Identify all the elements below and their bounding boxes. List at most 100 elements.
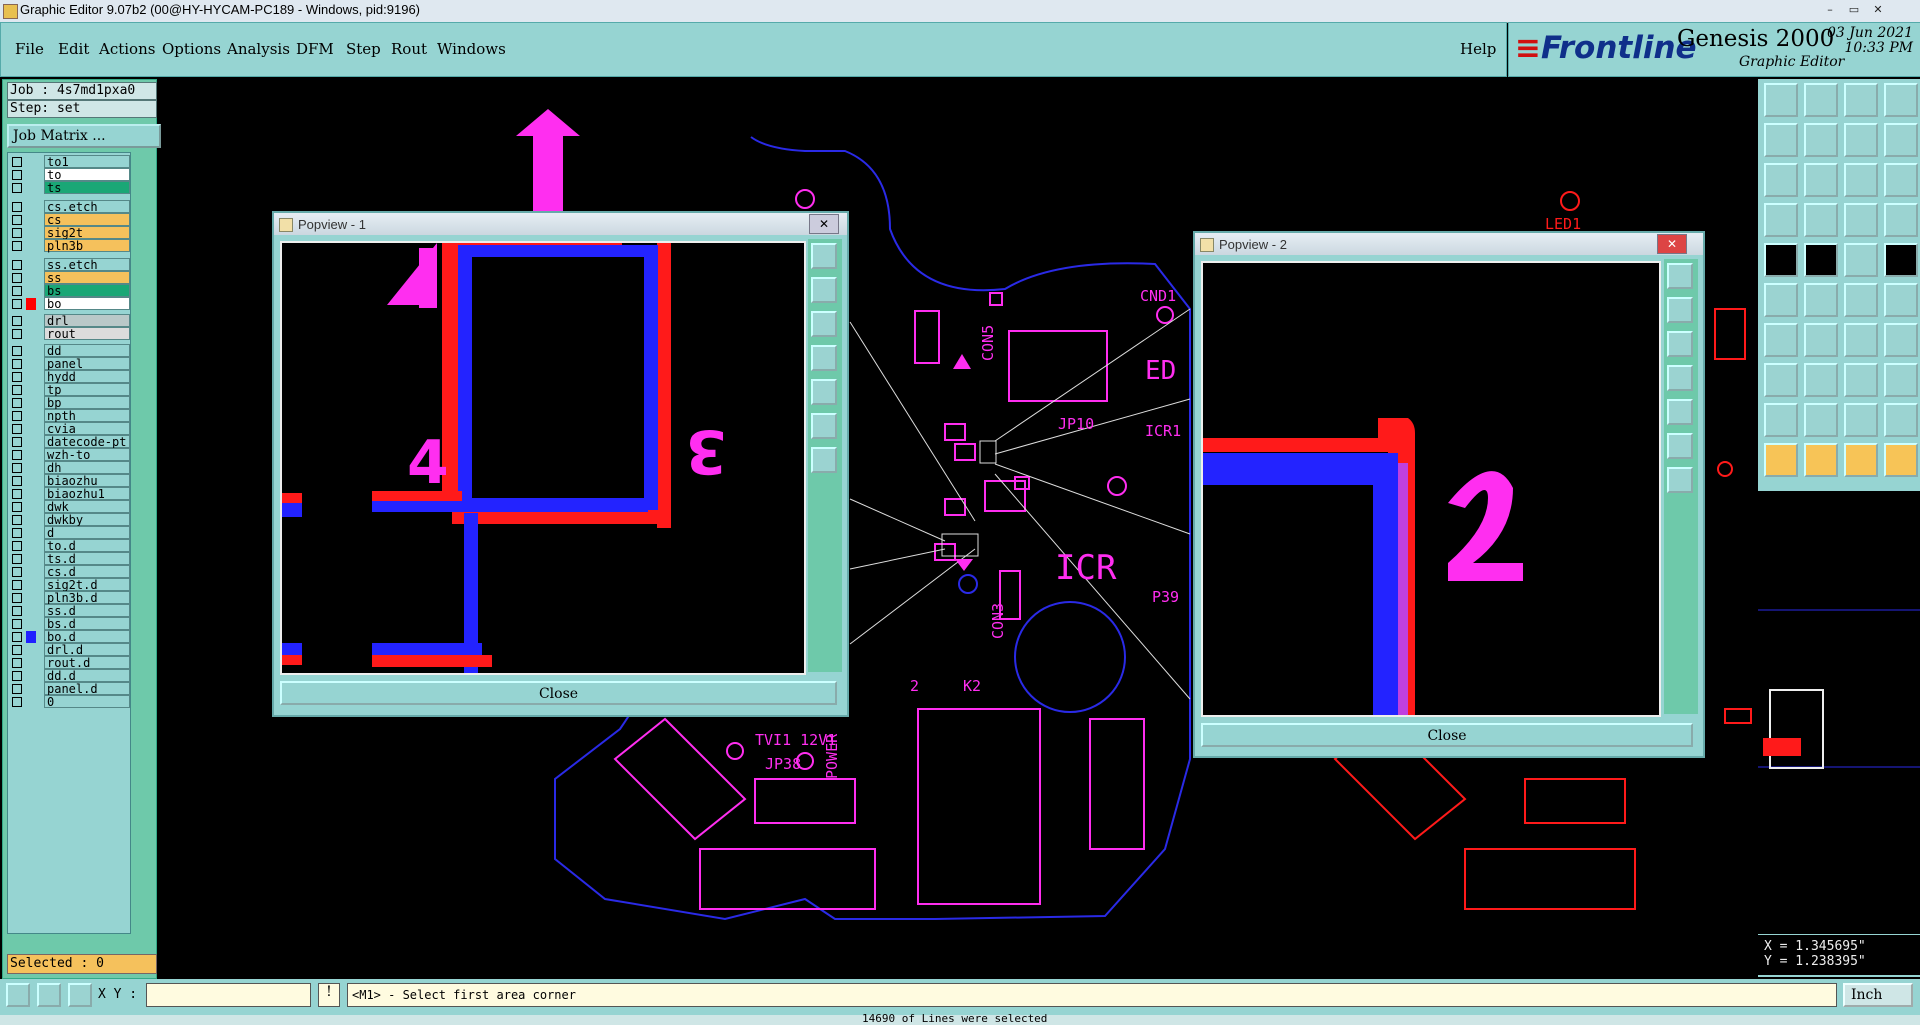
layer-color-swatch[interactable] (26, 240, 36, 252)
draw-line-icon[interactable] (1804, 243, 1838, 277)
layer-name[interactable]: rout (44, 327, 130, 341)
layer-name[interactable]: sig2t (44, 226, 130, 240)
layer-color-swatch[interactable] (26, 696, 36, 708)
minimize-button[interactable]: – (1822, 3, 1838, 17)
layer-checkbox[interactable] (12, 606, 22, 616)
layer-color-swatch[interactable] (26, 201, 36, 213)
layer-row[interactable]: dh (8, 461, 130, 475)
layer-checkbox[interactable] (12, 329, 22, 339)
layer-name[interactable]: npth (44, 409, 130, 423)
layer-row[interactable]: panel (8, 357, 130, 371)
layer-row[interactable]: rout.d (8, 656, 130, 670)
popview-2-close-x-icon[interactable]: ✕ (1657, 234, 1687, 254)
popview-1-close-button[interactable]: Close (280, 681, 837, 705)
open-icon[interactable] (1764, 83, 1798, 117)
zoom-fit-icon[interactable] (1667, 263, 1693, 289)
layer-row[interactable]: cvia (8, 422, 130, 436)
layers-alt-icon[interactable] (1884, 203, 1918, 237)
layer-color-swatch[interactable] (26, 501, 36, 513)
layer-checkbox[interactable] (12, 157, 22, 167)
layer-color-swatch[interactable] (26, 579, 36, 591)
layer-row[interactable]: to (8, 168, 130, 182)
pan-up-icon[interactable] (811, 277, 837, 303)
layer-row[interactable]: ts (8, 181, 130, 195)
layer-color-swatch[interactable] (26, 182, 36, 194)
rotate-icon[interactable] (1844, 123, 1878, 157)
layer-color-swatch[interactable] (26, 423, 36, 435)
layer-row[interactable]: dwkby (8, 513, 130, 527)
menu-step[interactable]: Step (346, 40, 381, 58)
layer-name[interactable]: to (44, 168, 130, 182)
pan-down-icon[interactable] (811, 311, 837, 337)
menu-edit[interactable]: Edit (58, 40, 89, 58)
layer-row[interactable]: drl.d (8, 643, 130, 657)
layer-row[interactable]: dd.d (8, 669, 130, 683)
maximize-button[interactable]: ▭ (1846, 3, 1862, 17)
layer-name[interactable]: wzh-to (44, 448, 130, 462)
forward-icon[interactable] (1804, 123, 1838, 157)
layer-name[interactable]: d (44, 526, 130, 540)
ruler-icon[interactable] (1844, 243, 1878, 277)
triangle-icon[interactable] (1764, 403, 1798, 437)
back-icon[interactable] (1764, 123, 1798, 157)
pan-right-icon[interactable] (811, 379, 837, 405)
pan-right-icon[interactable] (1667, 399, 1693, 425)
layer-checkbox[interactable] (12, 346, 22, 356)
layer-name[interactable]: cs.etch (44, 200, 130, 214)
xy-input[interactable] (146, 983, 311, 1007)
tool-icon[interactable] (1764, 203, 1798, 237)
layer-row[interactable]: rout (8, 327, 130, 341)
layer-name[interactable]: dwkby (44, 513, 130, 527)
layer-name[interactable]: rout.d (44, 656, 130, 670)
layer-row[interactable]: biaozhu1 (8, 487, 130, 501)
line-alt-icon[interactable] (1804, 323, 1838, 357)
pan-left-icon[interactable] (1667, 365, 1693, 391)
fit-icon[interactable] (1764, 163, 1798, 197)
layer-name[interactable]: ss.d (44, 604, 130, 618)
layer-color-swatch[interactable] (26, 540, 36, 552)
circle-icon[interactable] (1884, 243, 1918, 277)
snap-point-icon[interactable] (1844, 363, 1878, 397)
pointer-rotate-icon[interactable] (1844, 443, 1878, 477)
grid-icon[interactable] (68, 983, 92, 1007)
layer-name[interactable]: pln3b (44, 239, 130, 253)
layer-color-swatch[interactable] (26, 644, 36, 656)
layer-checkbox[interactable] (12, 183, 22, 193)
snap-icon[interactable] (6, 983, 30, 1007)
layer-color-swatch[interactable] (26, 475, 36, 487)
layer-row[interactable]: sig2t.d (8, 578, 130, 592)
pointer-icon[interactable] (1764, 443, 1798, 477)
layer-color-swatch[interactable] (26, 397, 36, 409)
overview-map[interactable] (1758, 491, 1920, 934)
popview-1-viewport[interactable]: 4 3 (280, 241, 806, 675)
layer-row[interactable]: drl (8, 314, 130, 328)
layer-color-swatch[interactable] (26, 449, 36, 461)
layer-color-swatch[interactable] (26, 436, 36, 448)
zoom-in-icon[interactable] (1667, 433, 1693, 459)
layer-checkbox[interactable] (12, 170, 22, 180)
layer-color-swatch[interactable] (26, 272, 36, 284)
measure-icon[interactable] (37, 983, 61, 1007)
layer-color-swatch[interactable] (26, 156, 36, 168)
layer-name[interactable]: bs (44, 284, 130, 298)
layer-color-swatch[interactable] (26, 259, 36, 271)
line-icon[interactable] (1764, 323, 1798, 357)
layers-icon[interactable] (1844, 203, 1878, 237)
menu-rout[interactable]: Rout (391, 40, 427, 58)
popview-1-close-x-icon[interactable]: ✕ (809, 214, 839, 234)
menu-actions[interactable]: Actions (99, 40, 155, 58)
layer-row[interactable]: wzh-to (8, 448, 130, 462)
layer-color-swatch[interactable] (26, 315, 36, 327)
layer-name[interactable]: ss (44, 271, 130, 285)
pan-down-icon[interactable] (1667, 331, 1693, 357)
zoom-out-icon[interactable] (1667, 467, 1693, 493)
layer-name[interactable]: to.d (44, 539, 130, 553)
layer-row[interactable]: cs (8, 213, 130, 227)
layer-name[interactable]: bo (44, 297, 130, 311)
layer-color-swatch[interactable] (26, 345, 36, 357)
info-icon[interactable]: ! (318, 983, 340, 1007)
layer-color-swatch[interactable] (26, 384, 36, 396)
layer-color-swatch[interactable] (26, 169, 36, 181)
add-node-icon[interactable] (1844, 283, 1878, 317)
layer-row[interactable]: to1 (8, 155, 130, 169)
